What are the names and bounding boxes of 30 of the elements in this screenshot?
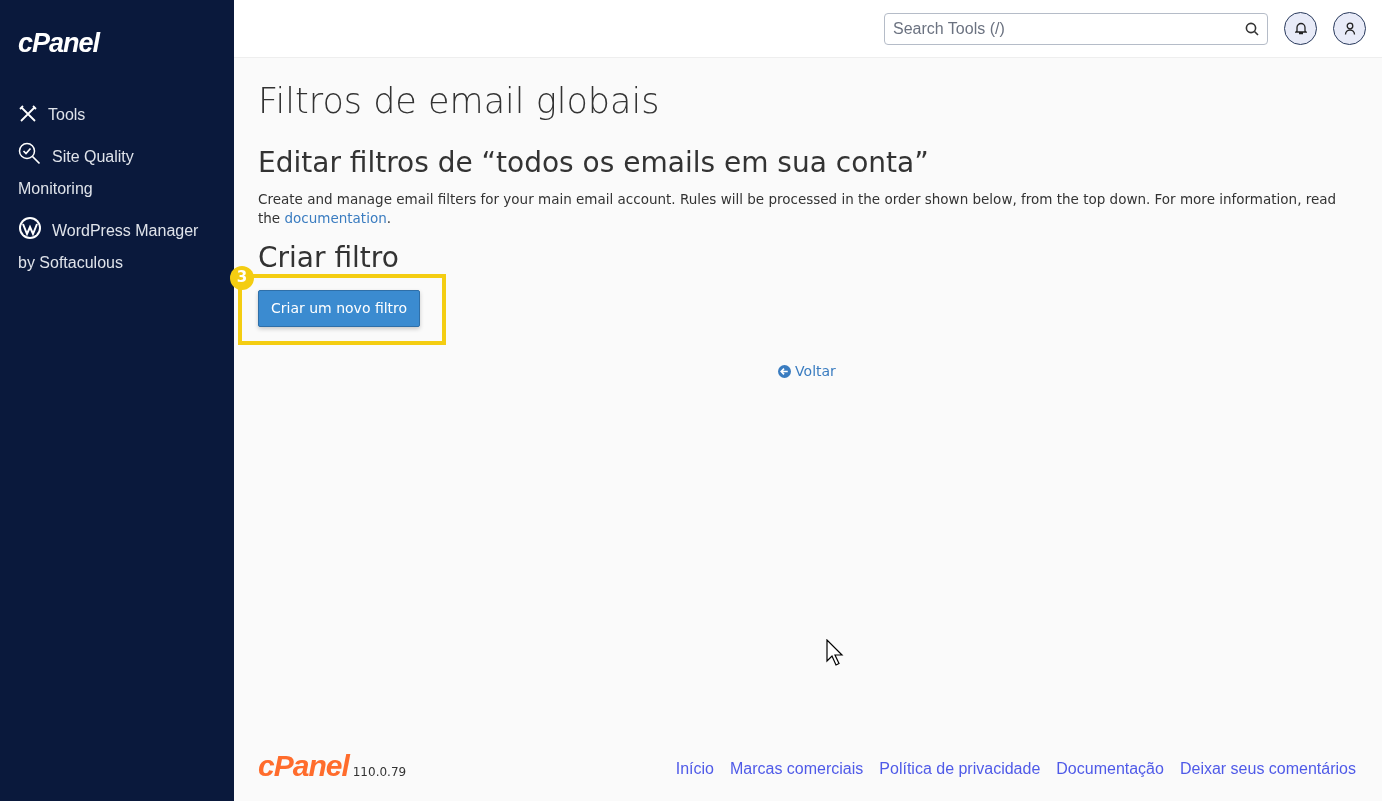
footer-link[interactable]: Deixar seus comentários bbox=[1179, 757, 1356, 781]
sidebar-item[interactable]: Tools bbox=[18, 99, 208, 131]
documentation-link[interactable]: documentation bbox=[284, 209, 387, 226]
section-heading: Editar filtros de “todos os emails em sua conta” bbox=[258, 146, 930, 180]
sidebar-item[interactable]: WordPress Manager by Softaculous bbox=[18, 215, 208, 279]
footer-link[interactable]: Início bbox=[675, 757, 714, 781]
sidebar-item[interactable]: Site Quality Monitoring bbox=[18, 141, 208, 205]
cursor-icon bbox=[826, 639, 845, 666]
footer-link[interactable]: Política de privacidade bbox=[879, 757, 1041, 781]
description: Create and manage email filters for your main email account. Rules will be processed in the order shown below, from the top down. For more information, read the documentation. bbox=[258, 189, 1338, 228]
bell-icon bbox=[1294, 22, 1307, 35]
logo: cPanel bbox=[18, 30, 100, 57]
user-icon bbox=[1343, 22, 1356, 35]
section-heading: Criar filtro bbox=[258, 243, 399, 272]
version-text: 110.0.79 bbox=[352, 764, 407, 781]
search-field[interactable]: Search Tools (/) bbox=[884, 12, 1268, 45]
arrow-left-icon bbox=[778, 364, 792, 378]
page-title: Filtros de email globais bbox=[258, 80, 661, 122]
tools-icon bbox=[18, 104, 38, 124]
back-link[interactable]: Voltar bbox=[778, 360, 836, 382]
footer-link[interactable]: Marcas comerciais bbox=[729, 757, 864, 781]
user-button[interactable] bbox=[1333, 12, 1366, 45]
wordpress-icon bbox=[18, 216, 42, 240]
step-number: 3 bbox=[230, 265, 254, 290]
create-filter-button[interactable]: Criar um novo filtro bbox=[258, 289, 421, 327]
magnifier-check-icon bbox=[18, 142, 42, 166]
search-icon bbox=[1245, 21, 1259, 36]
footer-logo: cPanel bbox=[258, 751, 349, 781]
notifications-button[interactable] bbox=[1284, 12, 1317, 45]
footer-link[interactable]: Documentação bbox=[1056, 757, 1164, 781]
